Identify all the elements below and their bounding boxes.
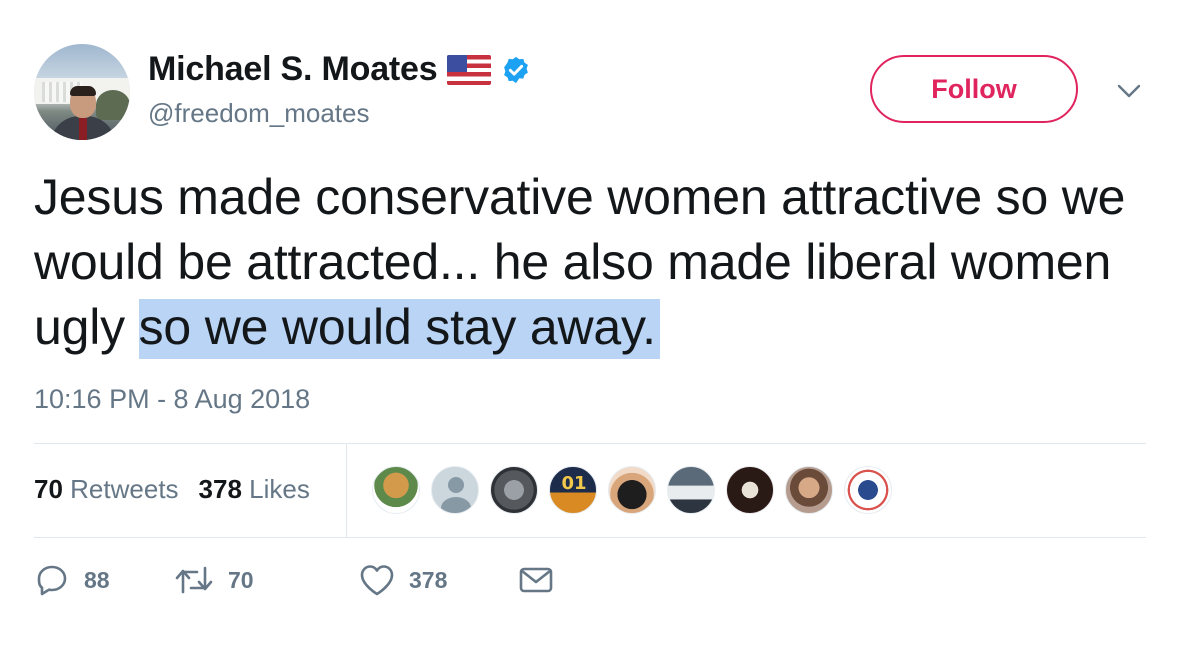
direct-message-button[interactable] <box>519 566 553 594</box>
liker-avatar[interactable] <box>844 466 892 514</box>
reply-button[interactable]: 88 <box>34 562 174 598</box>
retweets-label: Retweets <box>70 474 179 504</box>
verified-badge-icon <box>504 56 529 83</box>
tweet-text-selected: so we would stay away. <box>138 299 660 359</box>
liker-avatar[interactable] <box>372 466 420 514</box>
liker-avatar[interactable] <box>667 466 715 514</box>
likes-count: 378 <box>198 474 242 504</box>
tweet-actions: 88 70 378 <box>34 562 553 598</box>
heart-icon <box>360 565 394 596</box>
divider-bottom <box>34 537 1146 538</box>
reply-count: 88 <box>84 566 110 593</box>
retweet-count: 70 <box>228 566 254 593</box>
liker-avatar[interactable] <box>608 466 656 514</box>
liker-avatar-text: 01 <box>561 473 587 494</box>
liker-avatar[interactable]: 01 <box>549 466 597 514</box>
follow-button[interactable]: Follow <box>870 55 1078 123</box>
liker-avatar[interactable] <box>726 466 774 514</box>
liker-avatars: 01 <box>372 466 892 514</box>
tweet-timestamp[interactable]: 10:16 PM - 8 Aug 2018 <box>34 384 310 415</box>
engagement-stats: 70 Retweets 378 Likes <box>34 474 310 505</box>
user-handle[interactable]: @freedom_moates <box>148 98 370 129</box>
like-button[interactable]: 378 <box>359 563 519 597</box>
divider-top <box>34 443 1146 444</box>
retweets-count: 70 <box>34 474 63 504</box>
display-name[interactable]: Michael S. Moates <box>148 50 438 89</box>
profile-avatar[interactable] <box>34 44 130 140</box>
likes-stat[interactable]: 378 Likes <box>199 474 310 505</box>
us-flag-icon <box>447 54 492 85</box>
retweet-button[interactable]: 70 <box>174 562 359 598</box>
reply-icon <box>37 565 67 596</box>
liker-avatar[interactable] <box>490 466 538 514</box>
stats-divider <box>346 444 347 537</box>
like-count: 378 <box>409 566 448 593</box>
liker-avatar[interactable] <box>431 466 479 514</box>
tweet-text: Jesus made conservative women attractive… <box>34 165 1164 360</box>
likes-label: Likes <box>249 474 310 504</box>
envelope-icon <box>519 567 553 593</box>
retweets-stat[interactable]: 70 Retweets <box>34 474 179 505</box>
chevron-down-icon[interactable] <box>1114 80 1144 102</box>
name-row: Michael S. Moates <box>148 50 531 89</box>
retweet-icon <box>175 566 213 594</box>
liker-avatar[interactable] <box>785 466 833 514</box>
